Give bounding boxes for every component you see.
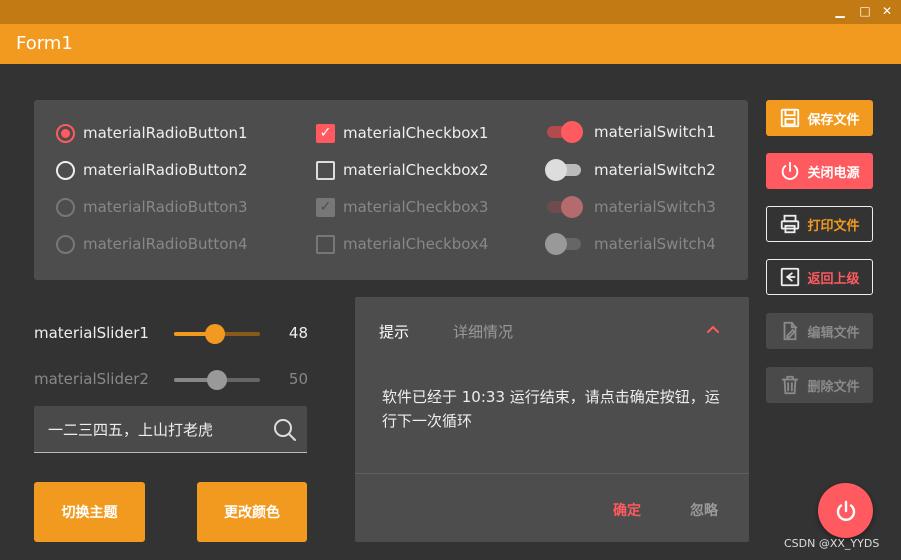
window-top-bar: ▁ □ ✕: [0, 0, 901, 24]
button-label: 切换主题: [61, 505, 118, 521]
button-label: 编辑文件: [807, 325, 860, 341]
chevron-up-icon[interactable]: [705, 323, 721, 335]
switch-label: materialSwitch1: [594, 123, 716, 141]
button-label: 更改颜色: [224, 505, 280, 521]
checkbox-box: [316, 160, 335, 180]
slider-1-label: materialSlider1: [34, 324, 149, 342]
radio-indicator: [56, 197, 75, 217]
switch-toggle: [545, 159, 583, 181]
slider-handle: [207, 370, 227, 390]
checkbox-label: materialCheckbox1: [343, 124, 489, 142]
button-label: 保存文件: [807, 112, 860, 128]
switch-1[interactable]: materialSwitch1: [545, 121, 716, 143]
radio-indicator: [56, 160, 75, 180]
back-arrow-icon: [781, 267, 800, 287]
printer-icon: [781, 214, 800, 234]
slider-1-value: 48: [288, 324, 308, 342]
button-label: 打印文件: [807, 218, 860, 234]
slider-2-label: materialSlider2: [34, 370, 149, 388]
delete-file-button: 删除文件: [766, 367, 873, 403]
maximize-button[interactable]: □: [857, 3, 873, 19]
minimize-icon: ▁: [835, 4, 845, 18]
button-label: 删除文件: [807, 379, 860, 395]
slider-2: [174, 369, 260, 391]
slider-2-value: 50: [288, 370, 308, 388]
close-button[interactable]: ✕: [879, 3, 895, 19]
switch-label: materialSwitch4: [594, 235, 716, 253]
radio-button-4: materialRadioButton4: [56, 233, 248, 255]
dialog-divider: [355, 473, 749, 474]
power-icon: [782, 161, 799, 180]
radio-button-1[interactable]: materialRadioButton1: [56, 122, 248, 144]
switch-3: materialSwitch3: [545, 196, 716, 218]
radio-label: materialRadioButton3: [83, 198, 248, 216]
radio-indicator: [56, 234, 75, 254]
search-box: [34, 406, 307, 453]
search-icon[interactable]: [273, 418, 297, 442]
controls-panel: materialRadioButton1 materialRadioButton…: [34, 100, 748, 280]
save-file-button[interactable]: 保存文件: [766, 100, 873, 136]
watermark: CSDN @XX_YYDS: [784, 537, 880, 550]
checkbox-label: materialCheckbox3: [343, 198, 489, 216]
trash-icon: [782, 375, 799, 395]
switch-toggle: [545, 196, 583, 218]
checkbox-box: [316, 234, 335, 254]
message-dialog: 提示 详细情况 软件已经于 10:33 运行结束，请点击确定按钮，运行下一次循环…: [355, 297, 749, 542]
radio-button-2[interactable]: materialRadioButton2: [56, 159, 248, 181]
checkbox-4: materialCheckbox4: [316, 233, 488, 255]
radio-label: materialRadioButton2: [83, 161, 248, 179]
print-file-button[interactable]: 打印文件: [766, 206, 873, 242]
edit-file-button: 编辑文件: [766, 313, 873, 349]
radio-checked-indicator: [56, 123, 75, 143]
checkbox-3: ✓ materialCheckbox3: [316, 196, 488, 218]
power-fab-button[interactable]: [818, 483, 873, 538]
checkbox-1[interactable]: ✓ materialCheckbox1: [316, 122, 488, 144]
radio-button-3: materialRadioButton3: [56, 196, 248, 218]
switch-label: materialSwitch2: [594, 161, 716, 179]
slider-handle[interactable]: [205, 324, 225, 344]
search-input[interactable]: [48, 417, 268, 441]
button-label: 关闭电源: [807, 165, 860, 181]
slider-1[interactable]: [174, 323, 260, 345]
power-off-button[interactable]: 关闭电源: [766, 153, 873, 189]
confirm-button[interactable]: 确定: [613, 500, 641, 520]
tab-details[interactable]: 详细情况: [453, 321, 513, 342]
ignore-button[interactable]: 忽略: [690, 500, 718, 520]
tab-hint[interactable]: 提示: [379, 321, 409, 342]
check-icon: ✓: [316, 197, 335, 217]
switch-2[interactable]: materialSwitch2: [545, 159, 716, 181]
radio-label: materialRadioButton1: [83, 124, 248, 142]
switch-toggle: [545, 233, 583, 255]
switch-4: materialSwitch4: [545, 233, 716, 255]
checkbox-2[interactable]: materialCheckbox2: [316, 159, 488, 181]
radio-label: materialRadioButton4: [83, 235, 248, 253]
edit-document-icon: [784, 321, 798, 341]
dialog-message: 软件已经于 10:33 运行结束，请点击确定按钮，运行下一次循环: [382, 388, 720, 430]
title-bar: Form1: [0, 24, 901, 64]
checkbox-label: materialCheckbox4: [343, 235, 489, 253]
button-label: 返回上级: [807, 271, 860, 287]
go-back-button[interactable]: 返回上级: [766, 259, 873, 295]
switch-toggle: [545, 121, 583, 143]
switch-label: materialSwitch3: [594, 198, 716, 216]
window-title: Form1: [16, 33, 73, 54]
minimize-button[interactable]: ▁: [832, 3, 848, 19]
switch-theme-button[interactable]: 切换主题: [34, 482, 145, 542]
change-color-button[interactable]: 更改颜色: [197, 482, 307, 542]
checkbox-label: materialCheckbox2: [343, 161, 489, 179]
power-icon: [836, 500, 855, 521]
check-icon: ✓: [316, 123, 335, 143]
maximize-icon: □: [859, 4, 871, 18]
floppy-disk-icon: [781, 108, 800, 128]
close-icon: ✕: [881, 4, 893, 18]
